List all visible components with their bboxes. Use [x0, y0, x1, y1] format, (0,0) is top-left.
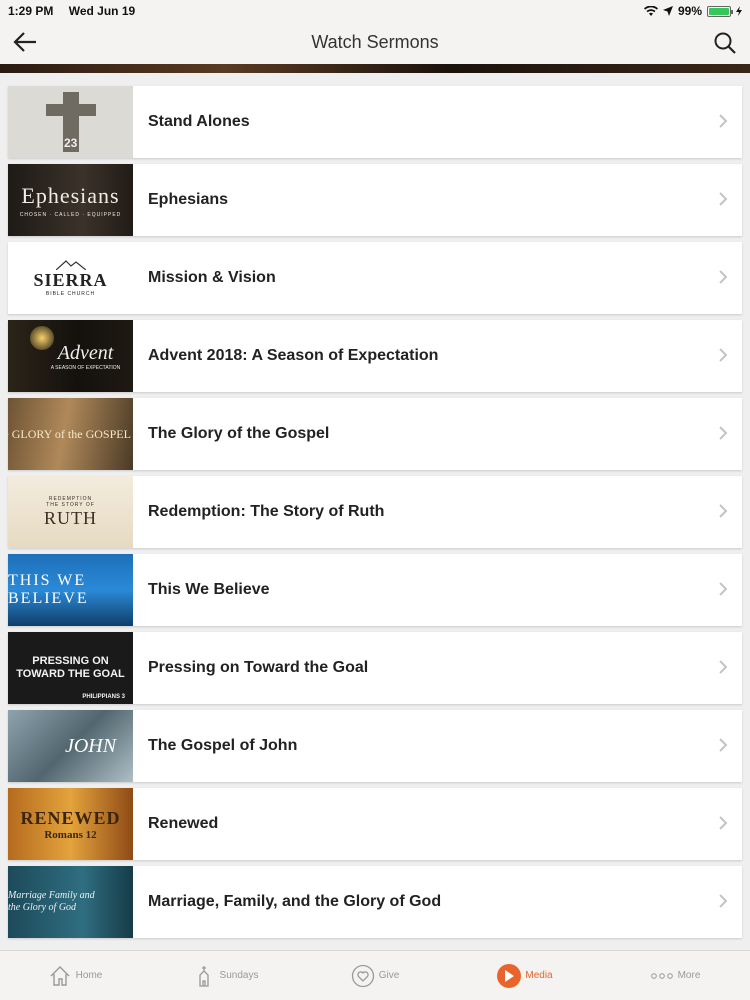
sermon-series-item[interactable]: The GLORY of the GOSPEL The Glory of the… — [8, 398, 742, 470]
tab-label: Sundays — [219, 970, 259, 981]
charging-icon — [736, 6, 742, 16]
thumbnail-subtitle: Romans 12 — [44, 828, 97, 841]
page-title: Watch Sermons — [311, 32, 439, 52]
sermon-series-item[interactable]: Ephesians CHOSEN · CALLED · EQUIPPED Eph… — [8, 164, 742, 236]
sermon-series-item[interactable]: 23 Stand Alones — [8, 86, 742, 158]
series-title: Ephesians — [148, 191, 229, 208]
chevron-right-icon — [719, 426, 728, 440]
chevron-right-icon — [719, 348, 728, 362]
tab-more[interactable]: More — [600, 951, 750, 1000]
series-thumbnail: REDEMPTION THE STORY OF RUTH — [8, 476, 133, 548]
chevron-right-icon — [719, 582, 728, 596]
chevron-right-icon — [719, 894, 728, 908]
series-thumbnail: JOHN — [8, 710, 133, 782]
wifi-icon — [643, 5, 658, 16]
more-icon — [650, 964, 674, 988]
thumbnail-title: PRESSING ON TOWARD THE GOAL — [16, 655, 125, 680]
chevron-right-icon — [719, 660, 728, 674]
chevron-right-icon — [719, 114, 728, 128]
series-thumbnail: Advent A SEASON OF EXPECTATION — [8, 320, 133, 392]
sermon-series-item[interactable]: REDEMPTION THE STORY OF RUTH Redemption:… — [8, 476, 742, 548]
series-thumbnail: SIERRA BIBLE CHURCH — [8, 242, 133, 314]
series-title: Advent 2018: A Season of Expectation — [148, 347, 439, 364]
sermon-series-item[interactable]: Marriage Family and the Glory of God Mar… — [8, 866, 742, 938]
header-image-strip — [0, 64, 750, 73]
series-title: Redemption: The Story of Ruth — [148, 503, 385, 520]
chevron-right-icon — [719, 816, 728, 830]
chevron-right-icon — [719, 504, 728, 518]
thumbnail-subtitle: BIBLE CHURCH — [45, 290, 96, 297]
battery-fill — [709, 7, 729, 15]
series-thumbnail: 23 — [8, 86, 133, 158]
tab-label: Give — [378, 970, 400, 981]
status-date: Wed Jun 19 — [68, 4, 136, 18]
location-icon — [662, 6, 673, 16]
series-title: The Glory of the Gospel — [148, 425, 330, 442]
series-title: Mission & Vision — [148, 269, 276, 286]
series-thumbnail: The GLORY of the GOSPEL — [8, 398, 133, 470]
series-thumbnail: Marriage Family and the Glory of God — [8, 866, 133, 938]
thumbnail-title: Advent — [57, 341, 114, 364]
thumbnail-title: THIS WE BELIEVE — [8, 572, 89, 607]
status-right: 99% — [643, 4, 742, 18]
tab-bar: Home Sundays Give Media More — [0, 950, 750, 1000]
sermon-series-item[interactable]: THIS WE BELIEVE This We Believe — [8, 554, 742, 626]
sermon-series-item[interactable]: SIERRA BIBLE CHURCH Mission & Vision — [8, 242, 742, 314]
thumbnail-text: 23 — [64, 136, 78, 150]
thumbnail-title: RENEWED — [20, 807, 121, 828]
chevron-right-icon — [719, 738, 728, 752]
sermon-series-item[interactable]: PRESSING ON TOWARD THE GOAL PHILIPPIANS … — [8, 632, 742, 704]
tab-give[interactable]: Give — [300, 951, 450, 1000]
tab-label: Media — [525, 970, 553, 981]
thumbnail-subtitle: CHOSEN · CALLED · EQUIPPED — [19, 211, 122, 218]
series-thumbnail: Ephesians CHOSEN · CALLED · EQUIPPED — [8, 164, 133, 236]
thumbnail-subtitle: PHILIPPIANS 3 — [82, 694, 125, 700]
tab-label: Home — [75, 970, 103, 981]
tab-media[interactable]: Media — [450, 951, 600, 1000]
home-icon — [48, 964, 72, 988]
sermon-series-item[interactable]: RENEWED Romans 12 Renewed — [8, 788, 742, 860]
series-thumbnail: PRESSING ON TOWARD THE GOAL PHILIPPIANS … — [8, 632, 133, 704]
thumbnail-title: RUTH — [44, 507, 97, 528]
chevron-right-icon — [719, 270, 728, 284]
church-icon — [192, 964, 216, 988]
thumbnail-title: Ephesians — [21, 182, 120, 208]
series-thumbnail: THIS WE BELIEVE — [8, 554, 133, 626]
sermon-series-item[interactable]: Advent A SEASON OF EXPECTATION Advent 20… — [8, 320, 742, 392]
nav-bar: Watch Sermons — [0, 22, 750, 64]
thumbnail-title: The GLORY of the GOSPEL — [8, 426, 131, 441]
series-title: Pressing on Toward the Goal — [148, 659, 369, 676]
sermon-series-item[interactable]: JOHN The Gospel of John — [8, 710, 742, 782]
mountain-icon — [55, 259, 86, 270]
tab-home[interactable]: Home — [0, 951, 150, 1000]
series-title: The Gospel of John — [148, 737, 298, 754]
thumbnail-title: JOHN — [64, 734, 117, 757]
battery-icon — [707, 5, 733, 17]
search-button[interactable] — [712, 30, 738, 56]
series-title: Renewed — [148, 815, 219, 832]
sermon-list: 23 Stand Alones Ephesians CHOSEN · CALLE… — [8, 86, 742, 944]
series-title: This We Believe — [148, 581, 270, 598]
thumbnail-title: SIERRA — [33, 269, 108, 290]
thumbnail-title: Marriage Family and the Glory of God — [8, 890, 95, 913]
series-thumbnail: RENEWED Romans 12 — [8, 788, 133, 860]
thumbnail-subtitle: A SEASON OF EXPECTATION — [50, 364, 121, 371]
heart-icon — [351, 964, 375, 988]
status-bar: 1:29 PM Wed Jun 19 99% — [0, 0, 750, 22]
status-left: 1:29 PM Wed Jun 19 — [8, 4, 147, 18]
chevron-right-icon — [719, 192, 728, 206]
tab-sundays[interactable]: Sundays — [150, 951, 300, 1000]
series-title: Stand Alones — [148, 113, 250, 130]
search-icon — [714, 32, 736, 54]
status-time: 1:29 PM — [8, 4, 54, 18]
tab-label: More — [677, 970, 701, 981]
series-title: Marriage, Family, and the Glory of God — [148, 893, 442, 910]
battery-percent: 99% — [677, 4, 702, 18]
play-icon — [497, 963, 522, 988]
